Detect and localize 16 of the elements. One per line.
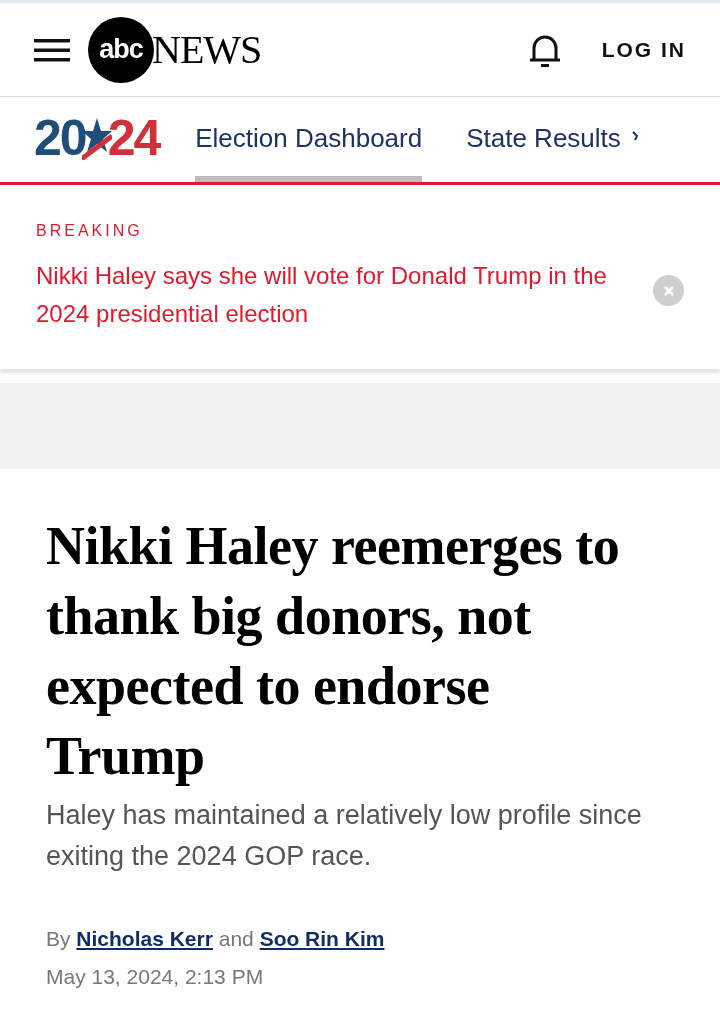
article-subhead: Haley has maintained a relatively low profile since exiting the 2024 GOP race. <box>46 799 643 873</box>
login-button[interactable]: LOG IN <box>601 33 686 66</box>
site-logo[interactable]: abc NEWS <box>88 16 262 83</box>
nav-tab[interactable]: Election Dashboard <box>195 97 423 182</box>
election-2024-logo[interactable]: 20 24 <box>34 97 160 182</box>
publish-date: May 13, 2024, 2:13 PM <box>46 963 265 990</box>
author-link[interactable]: Nicholas Kerr <box>76 927 213 950</box>
article-headline: Nikki Haley reemerges to thank big donors, not expected to endorse Trump <box>46 515 621 788</box>
breaking-label: BREAKING <box>36 221 144 241</box>
chevron-icon[interactable] <box>630 130 639 142</box>
nav-tab[interactable]: State Results <box>466 97 621 182</box>
author-link[interactable]: Soo Rin Kim <box>259 927 385 950</box>
breaking-news-link[interactable]: Nikki Haley says she will vote for Donald Trump in the 2024 presidential election <box>36 257 646 333</box>
close-icon <box>663 285 674 296</box>
menu-icon[interactable] <box>34 36 70 63</box>
byline: By Nicholas Kerr and Soo Rin Kim <box>46 926 386 952</box>
